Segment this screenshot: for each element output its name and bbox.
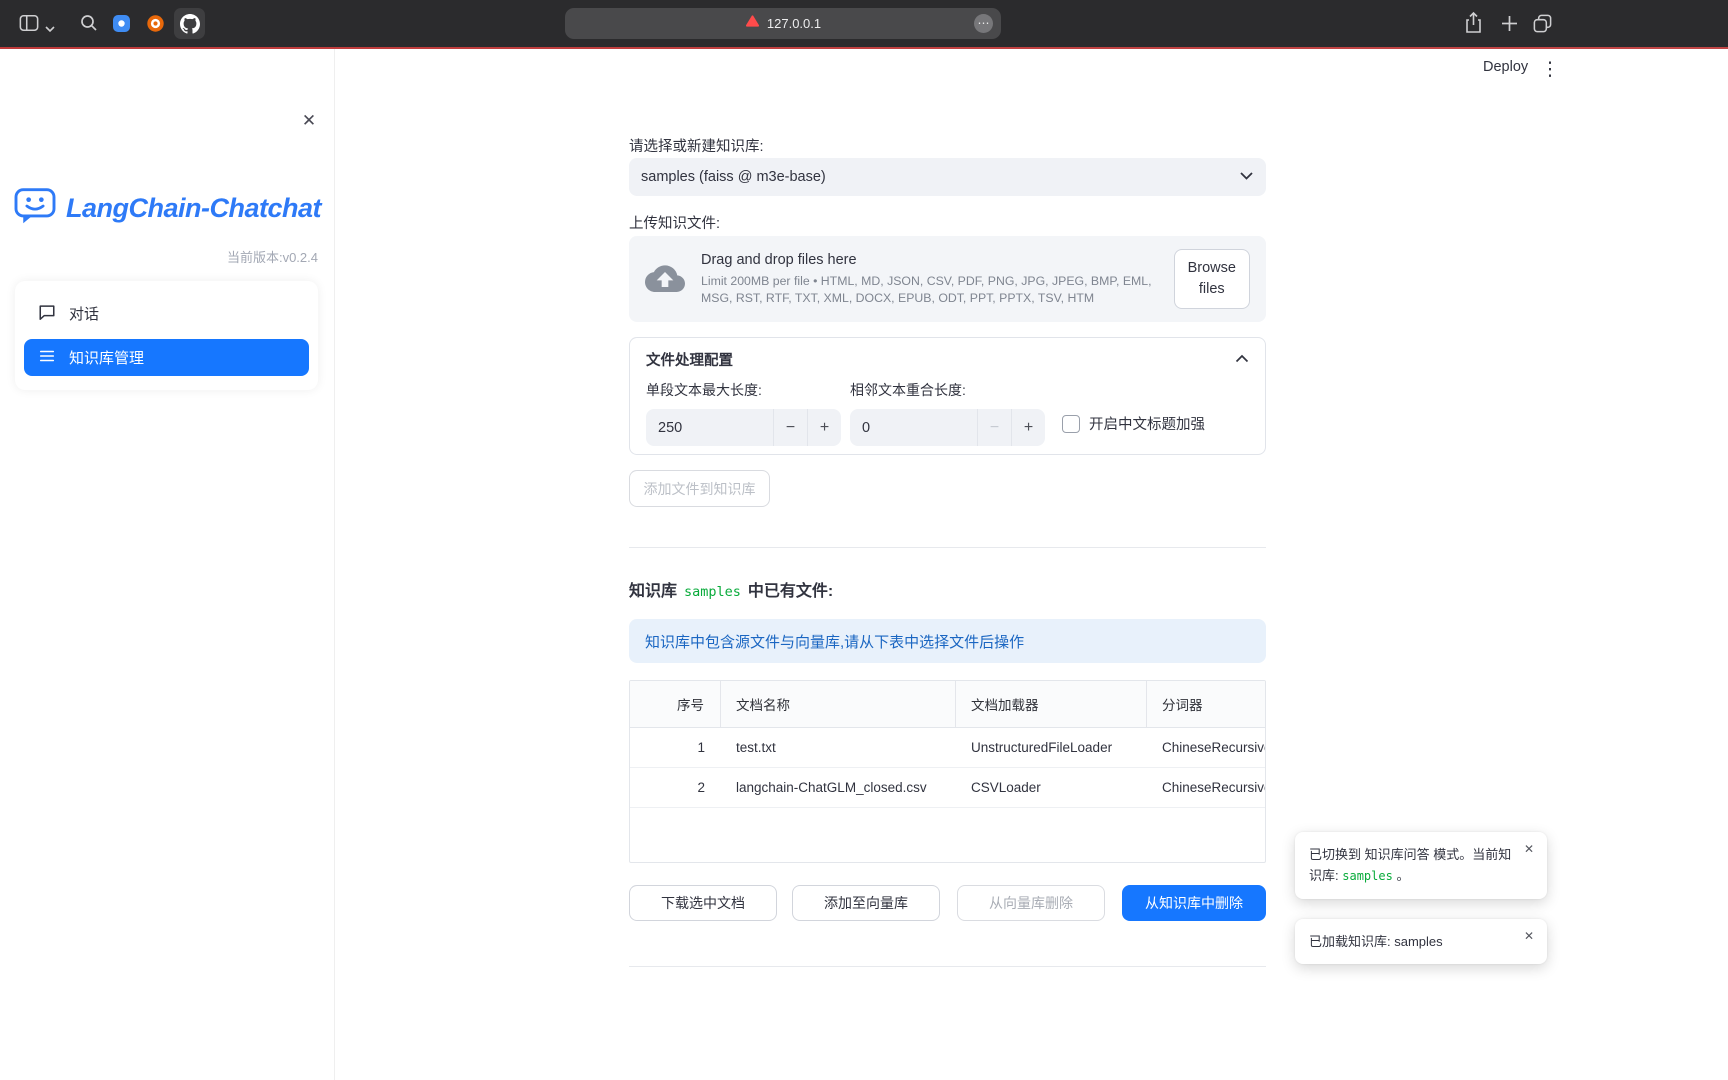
sidebar-close-icon[interactable]: ✕ (297, 109, 321, 133)
sidebar-item-label: 对话 (69, 303, 99, 324)
url-bar[interactable]: 127.0.0.1 ⋯ (565, 8, 1001, 39)
toast-close-icon[interactable]: ✕ (1521, 928, 1537, 944)
delete-from-vector-store-button[interactable]: 从向量库删除 (957, 885, 1105, 921)
pinned-app-icon-blue[interactable] (112, 14, 131, 38)
chat-bubble-icon (38, 303, 56, 325)
delete-from-kb-button[interactable]: 从知识库中删除 (1122, 885, 1266, 921)
chevron-down-icon[interactable] (45, 20, 55, 38)
kb-select-label: 请选择或新建知识库: (629, 135, 764, 156)
add-to-vector-store-button[interactable]: 添加至向量库 (792, 885, 940, 921)
knowledge-base-icon (38, 347, 56, 369)
col-header-splitter: 分词器 (1147, 681, 1265, 727)
sidebar-menu: 对话 知识库管理 (15, 281, 318, 390)
toast-kb-code: samples (1342, 869, 1393, 883)
table-header-row: 序号 文档名称 文档加载器 分词器 (630, 681, 1265, 728)
version-label: 当前版本:v0.2.4 (227, 247, 318, 266)
github-icon[interactable] (174, 8, 205, 39)
toast-text: 已加载知识库: samples (1309, 934, 1443, 949)
divider (629, 547, 1266, 548)
toast-text-suffix: 。 (1396, 868, 1409, 883)
deploy-button[interactable]: Deploy (1483, 59, 1528, 75)
overlap-input: 0 − + (850, 409, 1045, 446)
browser-toolbar: 127.0.0.1 ⋯ (0, 0, 1728, 47)
checkbox-box[interactable] (1062, 415, 1080, 433)
heading-suffix: 中已有文件: (748, 577, 833, 601)
logo-chat-icon (13, 187, 57, 230)
kb-selected-value: samples (faiss @ m3e-base) (641, 169, 826, 185)
files-table: 序号 文档名称 文档加载器 分词器 1 test.txt Unstructure… (629, 680, 1266, 863)
app-logo: LangChain-Chatchat (0, 187, 334, 230)
sidebar-item-knowledge-base[interactable]: 知识库管理 (24, 339, 309, 376)
share-icon[interactable] (1464, 11, 1483, 40)
overlap-label: 相邻文本重合长度: (850, 380, 1045, 400)
overlap-group: 相邻文本重合长度: 0 − + (850, 380, 1045, 446)
heading-kb-code: samples (684, 584, 741, 600)
chunk-size-input: 250 − + (646, 409, 841, 446)
sidebar-item-label: 知识库管理 (69, 347, 144, 368)
table-actions: 下载选中文档 添加至向量库 从向量库删除 从知识库中删除 (629, 885, 1266, 921)
dropzone-texts: Drag and drop files here Limit 200MB per… (701, 252, 1158, 306)
chunk-size-value[interactable]: 250 (646, 409, 773, 446)
page-settings-icon[interactable]: ⋯ (974, 14, 993, 33)
toast-text: 已切换到 知识库问答 模式。当前知识库: (1309, 847, 1511, 883)
chunk-size-group: 单段文本最大长度: 250 − + (646, 380, 841, 446)
toast-close-icon[interactable]: ✕ (1521, 841, 1537, 857)
col-header-filename: 文档名称 (721, 681, 956, 727)
file-config-expander: 文件处理配置 单段文本最大长度: 250 − + 相邻文本重合长度: 0 − (629, 337, 1266, 455)
info-box: 知识库中包含源文件与向量库,请从下表中选择文件后操作 (629, 619, 1266, 663)
main-content: 请选择或新建知识库: samples (faiss @ m3e-base) 上传… (629, 49, 1266, 1080)
table-row[interactable]: 1 test.txt UnstructuredFileLoader Chines… (630, 728, 1265, 768)
site-favicon (745, 14, 760, 33)
kb-selectbox[interactable]: samples (faiss @ m3e-base) (629, 158, 1266, 196)
table-row[interactable]: 2 langchain-ChatGLM_closed.csv CSVLoader… (630, 768, 1265, 808)
chunk-minus-button[interactable]: − (773, 409, 807, 446)
upload-label: 上传知识文件: (629, 212, 720, 233)
kb-files-heading: 知识库 samples 中已有文件: (629, 577, 833, 601)
col-header-loader: 文档加载器 (956, 681, 1147, 727)
select-chevron-down-icon (1239, 169, 1254, 185)
cell-filename: test.txt (721, 728, 956, 767)
new-tab-icon[interactable] (1501, 15, 1518, 37)
dropzone-title: Drag and drop files here (701, 252, 1158, 268)
file-dropzone[interactable]: Drag and drop files here Limit 200MB per… (629, 236, 1266, 322)
dropzone-limit: Limit 200MB per file • HTML, MD, JSON, C… (701, 273, 1158, 306)
chevron-up-icon (1235, 350, 1249, 368)
cloud-upload-icon (645, 262, 685, 297)
main-menu-kebab-icon[interactable]: ⋮ (1540, 58, 1560, 81)
url-text: 127.0.0.1 (767, 16, 821, 31)
logo-text: LangChain-Chatchat (66, 193, 321, 224)
col-header-index: 序号 (630, 681, 721, 727)
divider (629, 966, 1266, 967)
cell-splitter: ChineseRecursiveT (1147, 728, 1265, 767)
heading-prefix: 知识库 (629, 577, 677, 601)
expander-title: 文件处理配置 (646, 349, 733, 370)
zh-title-enhance-checkbox[interactable]: 开启中文标题加强 (1062, 413, 1205, 434)
checkbox-label: 开启中文标题加强 (1089, 413, 1205, 434)
pinned-app-icon-orange[interactable] (146, 14, 165, 38)
cell-filename: langchain-ChatGLM_closed.csv (721, 768, 956, 807)
toast-kb-loaded: 已加载知识库: samples ✕ (1295, 919, 1547, 964)
cell-index: 2 (630, 768, 721, 807)
overlap-plus-button[interactable]: + (1011, 409, 1045, 446)
chunk-plus-button[interactable]: + (807, 409, 841, 446)
cell-loader: UnstructuredFileLoader (956, 728, 1147, 767)
cell-splitter: ChineseRecursiveT (1147, 768, 1265, 807)
sidebar-toggle-icon[interactable] (18, 13, 40, 38)
tab-overview-icon[interactable] (1532, 13, 1553, 39)
browse-files-button[interactable]: Browse files (1174, 249, 1251, 309)
toast-kb-mode: 已切换到 知识库问答 模式。当前知识库: samples 。 ✕ (1295, 832, 1547, 899)
sidebar: ✕ LangChain-Chatchat 当前版本:v0.2.4 对话 知识库管… (0, 49, 335, 1080)
chunk-size-label: 单段文本最大长度: (646, 380, 841, 400)
search-icon[interactable] (80, 14, 98, 37)
overlap-value[interactable]: 0 (850, 409, 977, 446)
cell-index: 1 (630, 728, 721, 767)
sidebar-item-dialogue[interactable]: 对话 (24, 295, 309, 332)
overlap-minus-button[interactable]: − (977, 409, 1011, 446)
download-selected-button[interactable]: 下载选中文档 (629, 885, 777, 921)
add-files-button[interactable]: 添加文件到知识库 (629, 470, 770, 507)
cell-loader: CSVLoader (956, 768, 1147, 807)
expander-header[interactable]: 文件处理配置 (630, 338, 1265, 380)
page: 127.0.0.1 ⋯ ✕ LangChain-Chatchat 当前版本:v0… (0, 0, 1728, 1080)
